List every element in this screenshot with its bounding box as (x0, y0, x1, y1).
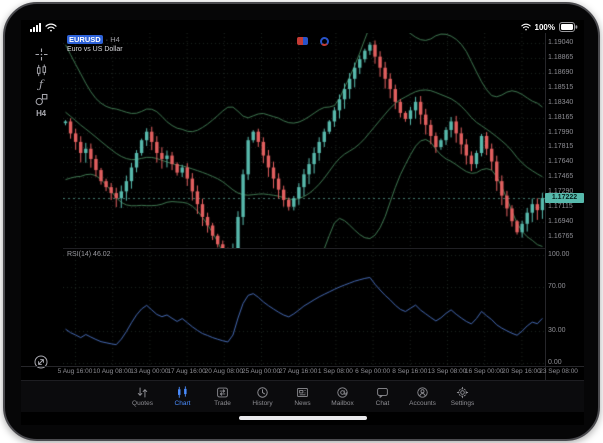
time-tick-label: 16 Sep 00:00 (465, 368, 504, 375)
tab-chart[interactable]: Chart (166, 386, 200, 407)
history-clock-icon (256, 386, 269, 399)
time-tick-label: 1 Sep 08:00 (318, 368, 353, 375)
chart-header: EURUSD · H4 Euro vs US Dollar (67, 35, 123, 54)
chart-type-button[interactable] (25, 63, 57, 78)
crosshair-button[interactable] (25, 47, 57, 62)
cellular-signal-icon (30, 23, 41, 32)
time-tick-label: 10 Aug 08:00 (93, 368, 131, 375)
chart-toolbar: ƒ H4 (25, 34, 57, 414)
status-bar: 100% (21, 20, 584, 34)
price-tick-label: 1.18515 (548, 84, 573, 91)
timeframe-button[interactable]: H4 (25, 106, 57, 121)
time-tick-label: 27 Aug 16:00 (279, 368, 317, 375)
price-tick-label: 1.19040 (548, 39, 573, 46)
rsi-chart-canvas[interactable] (63, 248, 545, 366)
tab-accounts[interactable]: Accounts (406, 386, 440, 407)
ipad-frame: 100% ƒ (3, 2, 600, 441)
tab-bar: Quotes Chart Trade Histor (21, 380, 584, 412)
time-tick-label: 23 Sep 08:00 (539, 368, 578, 375)
price-tick-label: 1.18340 (548, 99, 573, 106)
price-tick-label: 1.16940 (548, 218, 573, 225)
price-tick-label: 1.17815 (548, 143, 573, 150)
wifi-icon (45, 23, 57, 32)
rsi-indicator-label: RSI(14) 46.02 (67, 251, 111, 258)
quotes-arrows-icon (136, 386, 149, 399)
price-tick-label: 1.18865 (548, 54, 573, 61)
current-price-badge: 1.17222 (545, 193, 584, 203)
rsi-tick-label: 0.00 (548, 359, 562, 366)
symbol-timeframe: · H4 (106, 35, 120, 44)
rsi-tick-label: 30.00 (548, 327, 566, 334)
price-tick-label: 1.17115 (548, 203, 573, 210)
price-chart-canvas[interactable] (63, 33, 545, 248)
price-tick-label: 1.17990 (548, 129, 573, 136)
symbol-badge[interactable]: EURUSD (67, 35, 103, 44)
time-tick-label: 25 Aug 00:00 (242, 368, 280, 375)
time-axis-separator (21, 366, 584, 367)
tab-news[interactable]: News (286, 386, 320, 407)
time-tick-label: 8 Sep 16:00 (392, 368, 427, 375)
indicators-button[interactable]: ƒ (25, 77, 57, 92)
accounts-person-icon (416, 386, 429, 399)
timeframe-label: H4 (36, 109, 46, 118)
time-tick-label: 6 Sep 00:00 (355, 368, 390, 375)
news-newspaper-icon (296, 386, 309, 399)
time-tick-label: 20 Sep 16:00 (502, 368, 541, 375)
rsi-tick-label: 100.00 (548, 251, 569, 258)
time-tick-label: 20 Aug 08:00 (205, 368, 243, 375)
time-axis: 5 Aug 16:0010 Aug 08:0013 Aug 00:0017 Au… (21, 368, 584, 379)
tab-chat[interactable]: Chat (366, 386, 400, 407)
price-tick-label: 1.18165 (548, 114, 573, 121)
tab-trade[interactable]: Trade (206, 386, 240, 407)
trade-arrows-icon (216, 386, 229, 399)
currency-flags-icon[interactable] (297, 37, 308, 45)
objects-shapes-icon (35, 93, 48, 106)
time-tick-label: 5 Aug 16:00 (58, 368, 93, 375)
crosshair-icon (35, 48, 48, 61)
time-tick-label: 17 Aug 16:00 (167, 368, 205, 375)
tab-history[interactable]: History (246, 386, 280, 407)
tab-quotes[interactable]: Quotes (126, 386, 160, 407)
indicator-function-icon: ƒ (39, 80, 43, 90)
mailbox-at-icon (336, 386, 349, 399)
price-tick-label: 1.18690 (548, 69, 573, 76)
chat-bubble-icon (376, 386, 389, 399)
symbol-description: Euro vs US Dollar (67, 45, 123, 54)
tab-mailbox[interactable]: Mailbox (326, 386, 360, 407)
home-indicator[interactable] (239, 416, 367, 420)
price-tick-label: 1.17465 (548, 173, 573, 180)
time-tick-label: 13 Sep 08:00 (428, 368, 467, 375)
wifi-small-icon (521, 23, 531, 31)
sessions-clock-icon[interactable] (320, 37, 329, 46)
candlestick-type-icon (35, 64, 48, 77)
price-tick-label: 1.16765 (548, 233, 573, 240)
pane-separator (63, 248, 545, 249)
time-tick-label: 13 Aug 00:00 (130, 368, 168, 375)
tab-settings[interactable]: Settings (446, 386, 480, 407)
settings-gear-icon (456, 386, 469, 399)
screen: 100% ƒ (21, 20, 584, 425)
price-tick-label: 1.17640 (548, 158, 573, 165)
objects-button[interactable] (25, 92, 57, 107)
rsi-tick-label: 70.00 (548, 283, 566, 290)
chart-candles-icon (176, 386, 189, 399)
